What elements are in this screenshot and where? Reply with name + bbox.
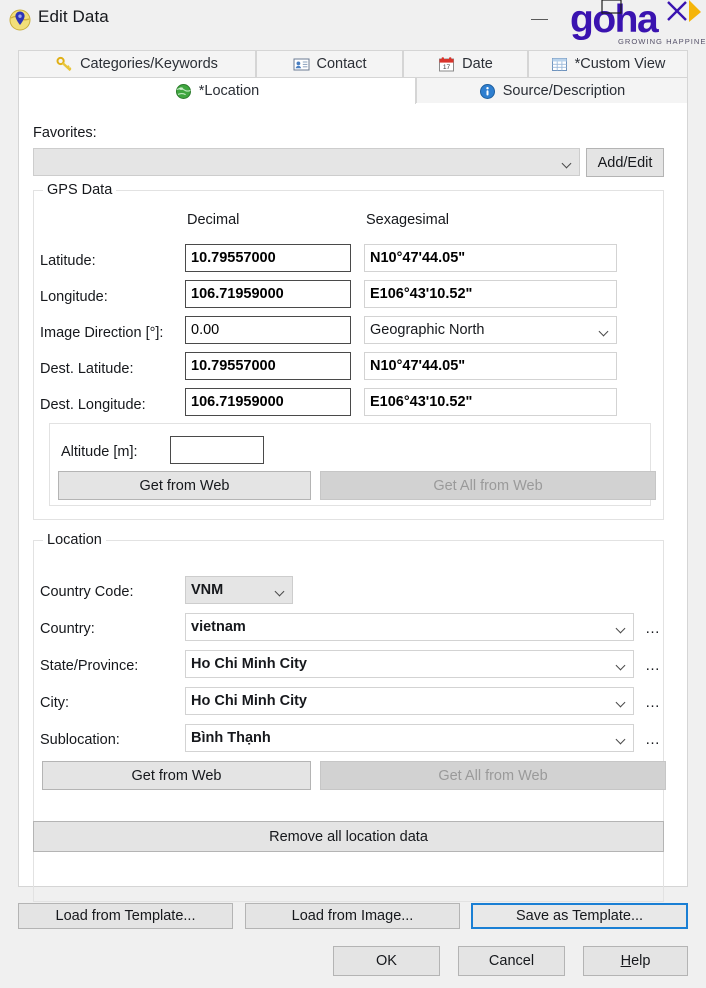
sublocation-combo[interactable]: Bình Thạnh (185, 724, 634, 752)
state-province-value: Ho Chi Minh City (191, 656, 307, 672)
longitude-sexagesimal-input[interactable]: E106°43'10.52" (364, 280, 617, 308)
latitude-label: Latitude: (40, 253, 96, 269)
image-direction-reference-value: Geographic North (370, 322, 485, 338)
svg-text:17: 17 (443, 64, 451, 71)
chevron-down-icon (617, 699, 626, 704)
globe-pin-icon (8, 8, 32, 32)
gps-get-all-from-web-button: Get All from Web (320, 471, 656, 500)
altitude-input[interactable] (170, 436, 264, 464)
key-icon (56, 56, 73, 73)
chevron-down-icon (617, 662, 626, 667)
tab-contact[interactable]: Contact (256, 50, 403, 77)
goha-logo: goha GROWING HAPPINESS (568, 0, 706, 48)
altitude-label: Altitude [m]: (61, 444, 138, 460)
tab-categories-keywords[interactable]: Categories/Keywords (18, 50, 256, 77)
state-province-more-button[interactable]: … (645, 658, 662, 673)
chevron-down-icon (563, 160, 572, 165)
country-label: Country: (40, 621, 95, 637)
tab-label: *Location (198, 83, 260, 99)
remove-all-location-data-button[interactable]: Remove all location data (33, 821, 664, 852)
sublocation-label: Sublocation: (40, 732, 120, 748)
decimal-column-header: Decimal (187, 212, 240, 228)
image-direction-input[interactable]: 0.00 (185, 316, 351, 344)
image-direction-label: Image Direction [°]: (40, 325, 164, 341)
chevron-down-icon (617, 625, 626, 630)
image-direction-reference-combo[interactable]: Geographic North (364, 316, 617, 344)
dest-longitude-label: Dest. Longitude: (40, 397, 146, 413)
location-get-from-web-button[interactable]: Get from Web (42, 761, 311, 790)
dest-latitude-sexagesimal-input[interactable]: N10°47'44.05" (364, 352, 617, 380)
country-combo[interactable]: vietnam (185, 613, 634, 641)
info-icon (479, 83, 496, 100)
globe-icon (175, 83, 192, 100)
title-bar: Edit Data goha GROWING HAPPINESS (0, 0, 706, 46)
sublocation-value: Bình Thạnh (191, 730, 271, 746)
country-more-button[interactable]: … (645, 621, 662, 636)
tab-label: Contact (316, 56, 367, 72)
dest-latitude-label: Dest. Latitude: (40, 361, 134, 377)
load-from-image-button[interactable]: Load from Image... (245, 903, 460, 929)
add-edit-button[interactable]: Add/Edit (586, 148, 664, 177)
chevron-down-icon (276, 588, 285, 593)
chevron-down-icon (600, 328, 609, 333)
tab-location[interactable]: *Location (18, 77, 416, 104)
country-code-label: Country Code: (40, 584, 134, 600)
country-code-combo[interactable]: VNM (185, 576, 293, 604)
tab-label: Source/Description (502, 83, 626, 99)
contact-card-icon (293, 56, 310, 73)
ok-button[interactable]: OK (333, 946, 440, 976)
city-label: City: (40, 695, 69, 711)
longitude-decimal-input[interactable]: 106.71959000 (185, 280, 351, 308)
help-button-label: elp (631, 953, 651, 969)
sexagesimal-column-header: Sexagesimal (366, 212, 450, 228)
dest-longitude-sexagesimal-input[interactable]: E106°43'10.52" (364, 388, 617, 416)
longitude-label: Longitude: (40, 289, 108, 305)
country-code-value: VNM (191, 582, 224, 598)
gps-get-from-web-button[interactable]: Get from Web (58, 471, 311, 500)
chevron-down-icon (617, 736, 626, 741)
table-icon (551, 56, 568, 73)
help-button[interactable]: Help (583, 946, 688, 976)
city-more-button[interactable]: … (645, 695, 662, 710)
dest-longitude-decimal-input[interactable]: 106.71959000 (185, 388, 351, 416)
latitude-decimal-input[interactable]: 10.79557000 (185, 244, 351, 272)
edit-data-dialog: Edit Data goha GROWING HAPPINESS (0, 0, 706, 988)
tab-strip: Categories/Keywords Contact 17 Date *Cus… (18, 50, 688, 104)
tab-source-description[interactable]: Source/Description (416, 77, 688, 104)
city-value: Ho Chi Minh City (191, 693, 307, 709)
gps-data-group-title: GPS Data (43, 182, 117, 198)
sublocation-more-button[interactable]: … (645, 732, 662, 747)
city-combo[interactable]: Ho Chi Minh City (185, 687, 634, 715)
favorites-combo[interactable] (33, 148, 580, 176)
svg-text:goha: goha (570, 0, 659, 41)
location-group-title: Location (43, 532, 106, 548)
tab-label: *Custom View (574, 56, 666, 72)
save-as-template-button[interactable]: Save as Template... (471, 903, 688, 929)
cancel-button[interactable]: Cancel (458, 946, 565, 976)
calendar-icon: 17 (438, 56, 455, 73)
load-from-template-button[interactable]: Load from Template... (18, 903, 233, 929)
tab-label: Date (462, 56, 493, 72)
minimize-button[interactable] (520, 6, 560, 32)
tab-label: Categories/Keywords (80, 56, 218, 72)
latitude-sexagesimal-input[interactable]: N10°47'44.05" (364, 244, 617, 272)
svg-text:GROWING HAPPINESS: GROWING HAPPINESS (618, 37, 706, 46)
help-button-mnemonic: H (620, 953, 632, 969)
tab-date[interactable]: 17 Date (403, 50, 528, 77)
country-value: vietnam (191, 619, 246, 635)
state-province-combo[interactable]: Ho Chi Minh City (185, 650, 634, 678)
dest-latitude-decimal-input[interactable]: 10.79557000 (185, 352, 351, 380)
state-province-label: State/Province: (40, 658, 139, 674)
location-get-all-from-web-button: Get All from Web (320, 761, 666, 790)
tab-custom-view[interactable]: *Custom View (528, 50, 688, 77)
location-tab-panel: Favorites: Add/Edit GPS Data Decimal Sex… (18, 103, 688, 902)
window-title: Edit Data (38, 7, 109, 26)
favorites-label: Favorites: (33, 125, 97, 141)
